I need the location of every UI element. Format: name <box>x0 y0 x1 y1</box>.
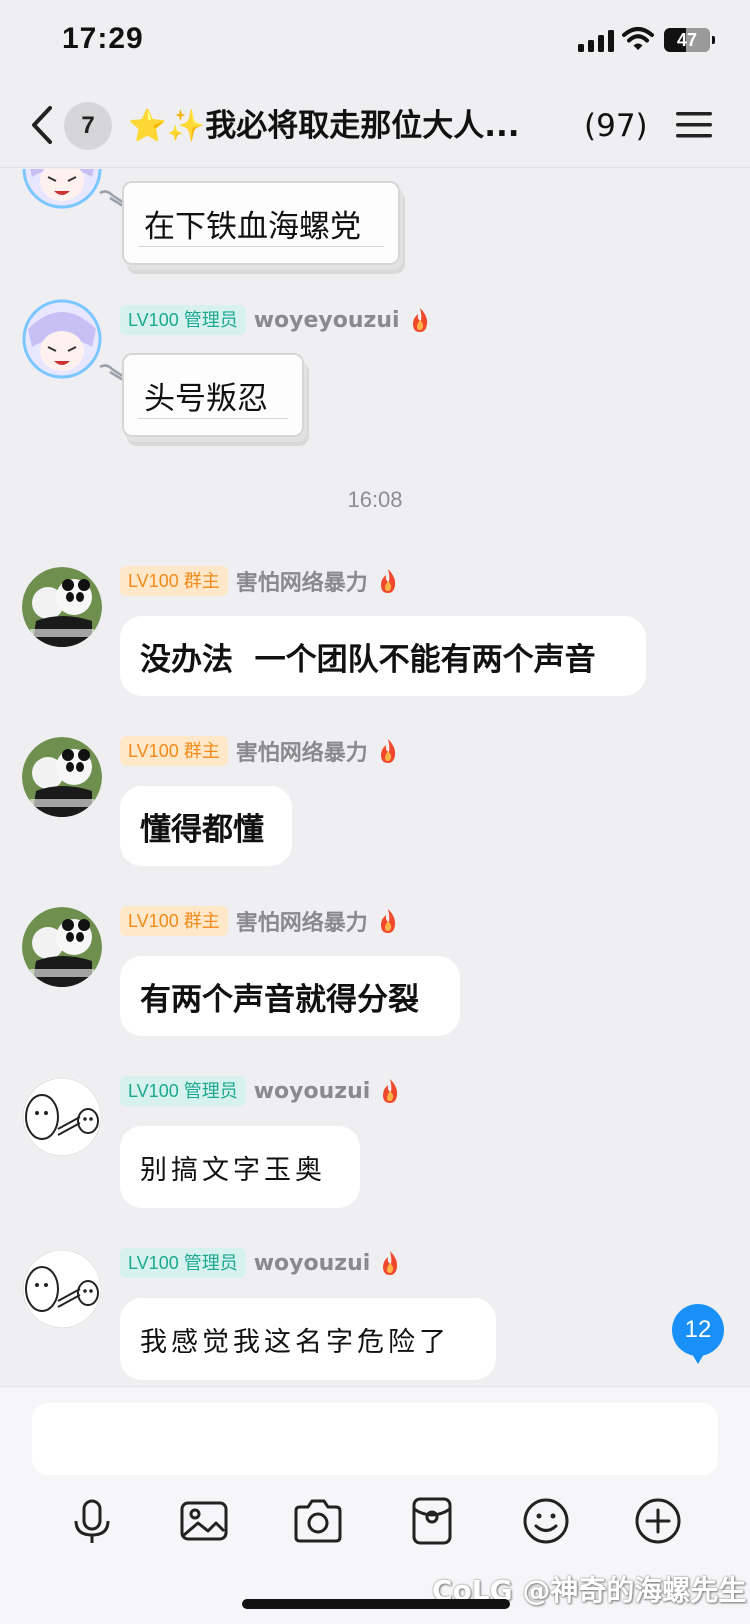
chat-message-list[interactable]: 在下铁血海螺党 LV100 管理员 woyeyouzui 头号叛忍 16:08 <box>0 169 750 1385</box>
status-bar: 17:29 47 <box>0 0 750 84</box>
message-text: 有两个声音就得分裂 <box>140 981 419 1018</box>
message-bubble[interactable]: 别搞文字玉奥 <box>120 1126 360 1208</box>
message-input[interactable] <box>32 1403 718 1475</box>
image-icon[interactable] <box>178 1495 230 1547</box>
sender-name[interactable]: 害怕网络暴力 <box>236 565 368 597</box>
avatar[interactable] <box>22 169 102 209</box>
sender-name[interactable]: 害怕网络暴力 <box>236 905 368 937</box>
new-messages-badge[interactable]: 12 <box>672 1304 724 1364</box>
message-text: 在下铁血海螺党 <box>144 208 361 245</box>
message-bubble[interactable]: 我感觉我这名字危险了 <box>120 1298 496 1380</box>
sender-name[interactable]: woyouzui <box>254 1251 371 1276</box>
message-bubble[interactable]: 头号叛忍 <box>122 353 304 437</box>
message-meta: LV100 群主 害怕网络暴力 <box>120 904 400 938</box>
message-bubble[interactable]: 懂得都懂 <box>120 786 292 866</box>
emoji-icon[interactable] <box>520 1495 572 1547</box>
message-bubble[interactable]: 在下铁血海螺党 <box>122 181 400 265</box>
avatar[interactable] <box>22 1077 102 1157</box>
flame-icon <box>380 739 395 763</box>
flame-icon <box>383 1079 398 1103</box>
wifi-icon <box>622 27 654 50</box>
avatar[interactable] <box>22 737 102 817</box>
chat-header: 7 ⭐✨我必将取走那位大人... (97) <box>0 84 750 168</box>
message-meta: LV100 群主 害怕网络暴力 <box>120 564 400 598</box>
status-time: 17:29 <box>62 22 144 55</box>
message-text: 我感觉我这名字危险了 <box>140 1326 450 1358</box>
camera-icon[interactable] <box>292 1495 344 1547</box>
level-badge: LV100 群主 <box>120 906 228 936</box>
message-text: 没办法 一个团队不能有两个声音 <box>140 641 596 678</box>
message-meta: LV100 群主 害怕网络暴力 <box>120 734 400 768</box>
level-badge: LV100 管理员 <box>120 1248 246 1278</box>
plus-icon[interactable] <box>632 1495 684 1547</box>
sender-name[interactable]: woyouzui <box>254 1079 371 1104</box>
sender-name[interactable]: 害怕网络暴力 <box>236 735 368 767</box>
battery-level: 47 <box>676 30 698 50</box>
battery-indicator: 47 <box>664 28 715 52</box>
level-badge: LV100 管理员 <box>120 305 246 335</box>
flame-icon <box>380 569 395 593</box>
flame-icon <box>412 308 427 332</box>
flame-icon <box>383 1251 398 1275</box>
message-meta: LV100 管理员 woyeyouzui <box>120 303 432 337</box>
avatar[interactable] <box>22 299 102 379</box>
menu-icon[interactable] <box>676 110 712 140</box>
avatar[interactable] <box>22 567 102 647</box>
level-badge: LV100 管理员 <box>120 1076 246 1106</box>
microphone-icon[interactable] <box>66 1495 118 1547</box>
flame-icon <box>380 909 395 933</box>
message-bubble[interactable]: 没办法 一个团队不能有两个声音 <box>120 616 646 696</box>
message-text: 别搞文字玉奥 <box>140 1154 326 1186</box>
avatar[interactable] <box>22 907 102 987</box>
avatar[interactable] <box>22 1249 102 1329</box>
message-bubble[interactable]: 有两个声音就得分裂 <box>120 956 460 1036</box>
back-chevron-icon[interactable] <box>26 102 56 148</box>
member-count[interactable]: (97) <box>584 104 648 148</box>
level-badge: LV100 群主 <box>120 736 228 766</box>
message-meta: LV100 管理员 woyouzui <box>120 1246 402 1280</box>
home-indicator <box>242 1599 510 1609</box>
red-packet-icon[interactable] <box>406 1495 458 1547</box>
group-title[interactable]: ⭐✨我必将取走那位大人... <box>128 104 568 148</box>
unread-count-badge[interactable]: 7 <box>64 102 112 150</box>
timestamp: 16:08 <box>347 487 403 512</box>
level-badge: LV100 群主 <box>120 566 228 596</box>
sender-name[interactable]: woyeyouzui <box>254 308 400 333</box>
input-area: CoLG @神奇的海螺先生 <box>0 1386 750 1624</box>
cellular-signal-icon <box>578 30 614 52</box>
message-text: 头号叛忍 <box>144 380 268 417</box>
message-text: 懂得都懂 <box>140 811 264 848</box>
message-meta: LV100 管理员 woyouzui <box>120 1074 402 1108</box>
